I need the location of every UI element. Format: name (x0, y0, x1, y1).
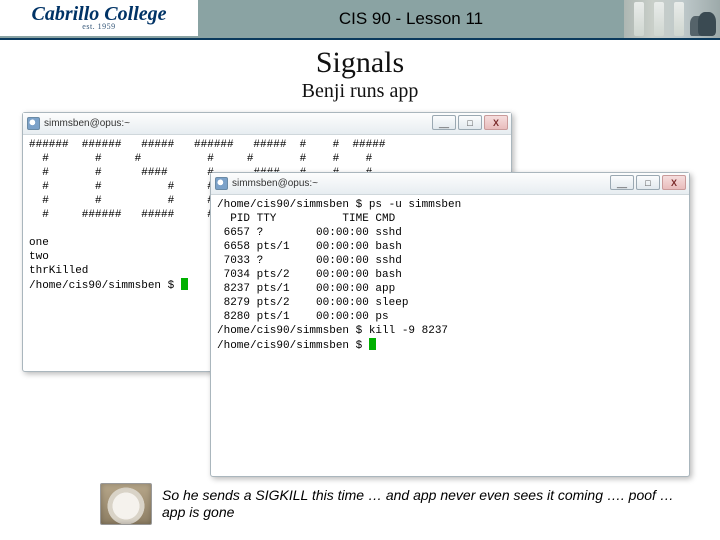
slide-title: Signals (0, 46, 720, 80)
terminal-prompt-front: /home/cis90/simmsben $ (217, 340, 369, 352)
cursor-icon (181, 278, 188, 290)
terminal-stage: simmsben@opus:~ __ □ X ###### ###### ###… (0, 107, 720, 502)
terminal-prompt-back: /home/cis90/simmsben $ (29, 280, 181, 292)
close-button[interactable]: X (662, 175, 686, 190)
caption-text: So he sends a SIGKILL this time … and ap… (162, 487, 690, 522)
window-title-back: simmsben@opus:~ (44, 118, 130, 129)
slide-subtitle: Benji runs app (0, 80, 720, 103)
close-button[interactable]: X (484, 115, 508, 130)
putty-icon (27, 117, 40, 130)
footer: So he sends a SIGKILL this time … and ap… (100, 483, 690, 525)
header-divider (0, 38, 720, 40)
slide-header: Cabrillo College est. 1959 CIS 90 - Less… (0, 0, 720, 38)
cursor-icon (369, 338, 376, 350)
college-logo: Cabrillo College est. 1959 (0, 0, 198, 38)
course-title: CIS 90 - Lesson 11 (198, 0, 624, 38)
terminal-output-front: /home/cis90/simmsben $ ps -u simmsben PI… (217, 199, 461, 337)
header-photo (624, 0, 720, 38)
logo-text: Cabrillo College (32, 5, 167, 23)
minimize-button[interactable]: __ (610, 175, 634, 190)
maximize-button[interactable]: □ (458, 115, 482, 130)
window-title-front: simmsben@opus:~ (232, 178, 318, 189)
titlebar-back: simmsben@opus:~ __ □ X (23, 113, 511, 135)
maximize-button[interactable]: □ (636, 175, 660, 190)
window-buttons-back: __ □ X (432, 115, 508, 130)
window-buttons-front: __ □ X (610, 175, 686, 190)
titlebar-front: simmsben@opus:~ __ □ X (211, 173, 689, 195)
terminal-body-front: /home/cis90/simmsben $ ps -u simmsben PI… (211, 195, 689, 356)
minimize-button[interactable]: __ (432, 115, 456, 130)
putty-icon (215, 177, 228, 190)
logo-subtext: est. 1959 (82, 23, 115, 30)
terminal-window-front: simmsben@opus:~ __ □ X /home/cis90/simms… (210, 172, 690, 477)
dog-photo (100, 483, 152, 525)
